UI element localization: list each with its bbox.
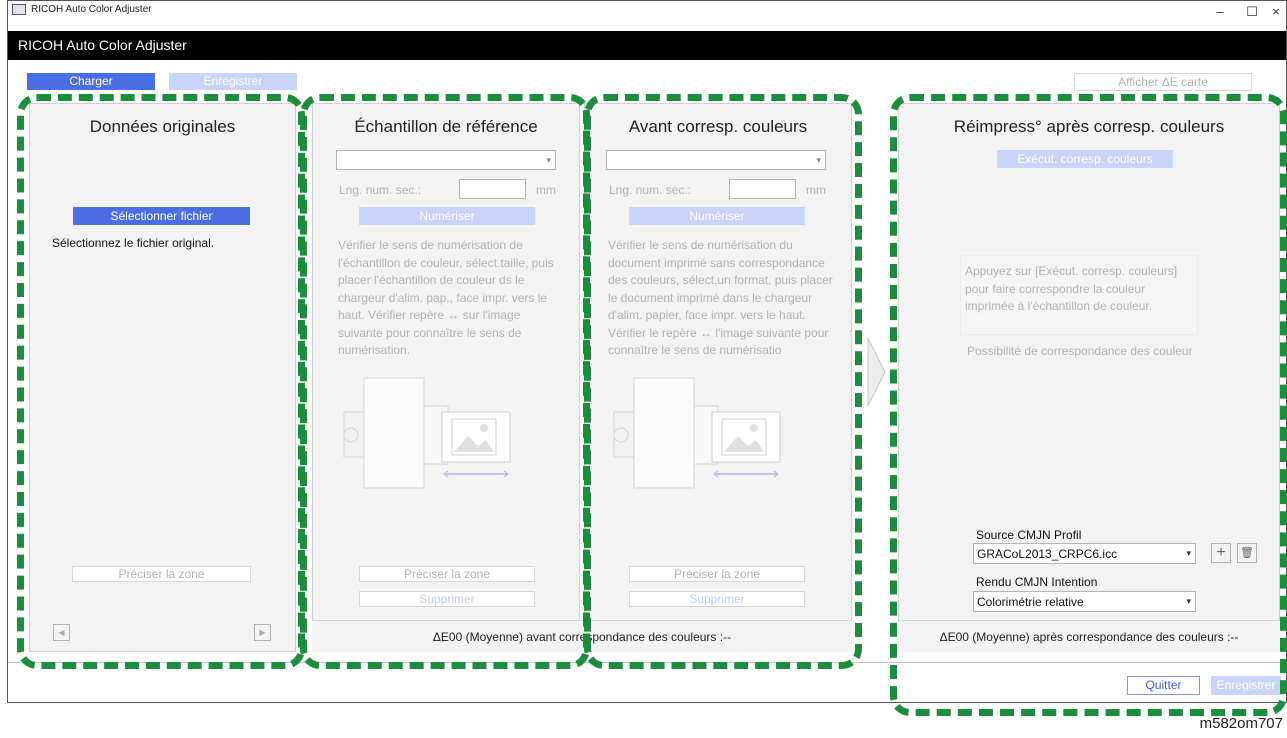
minimize-button[interactable]: – xyxy=(1210,4,1230,22)
flow-arrow-icon xyxy=(867,337,886,407)
close-button[interactable]: × xyxy=(1266,4,1286,22)
afficher-delta-e-button[interactable]: Afficher ΔE carte xyxy=(1074,73,1252,91)
highlight-outline-after xyxy=(890,94,1287,716)
highlight-outline-before xyxy=(584,94,862,669)
highlight-outline-reference xyxy=(300,94,590,669)
highlight-outline-original xyxy=(17,94,305,669)
app-icon xyxy=(12,4,26,15)
charger-button[interactable]: Charger xyxy=(27,73,155,90)
figure-caption: m582om707 xyxy=(1199,715,1283,732)
app-title: RICOH Auto Color Adjuster xyxy=(18,37,187,53)
enregistrer-tab-button[interactable]: Enregistrer xyxy=(169,73,297,90)
os-titlebar xyxy=(8,1,1286,29)
app-header xyxy=(8,31,1286,60)
os-window-title: RICOH Auto Color Adjuster xyxy=(31,4,152,15)
maximize-button[interactable]: ☐ xyxy=(1242,4,1262,22)
